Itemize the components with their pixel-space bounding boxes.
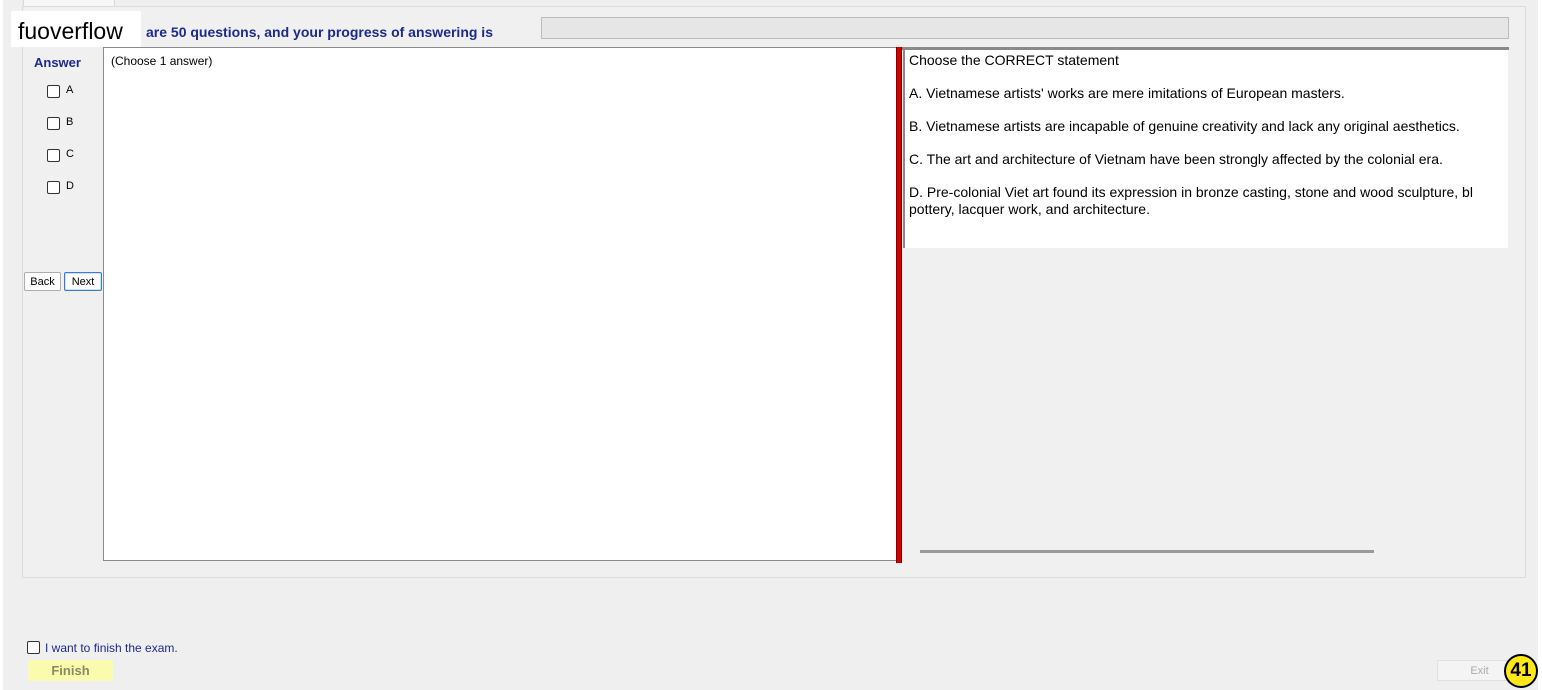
option-b-label: B <box>66 116 74 128</box>
horizontal-scrollbar[interactable] <box>920 550 1374 553</box>
brand-watermark: fuoverflow <box>11 11 141 47</box>
finish-exam-label: I want to finish the exam. <box>45 641 178 655</box>
answer-text-area <box>103 47 896 561</box>
option-c-label: C <box>66 148 74 160</box>
finish-exam-checkbox[interactable] <box>27 641 40 654</box>
back-button[interactable]: Back <box>24 272 61 291</box>
option-a-checkbox[interactable] <box>47 85 60 98</box>
progress-text: are 50 questions, and your progress of a… <box>146 24 493 40</box>
option-a-label: A <box>66 84 74 96</box>
question-option-b: B. Vietnamese artists are incapable of g… <box>909 118 1460 134</box>
question-option-d: D. Pre-colonial Viet art found its expre… <box>909 184 1473 200</box>
option-d-checkbox[interactable] <box>47 181 60 194</box>
option-c-checkbox[interactable] <box>47 149 60 162</box>
progress-bar <box>541 17 1509 39</box>
option-b-checkbox[interactable] <box>47 117 60 130</box>
question-prompt: Choose the CORRECT statement <box>909 52 1119 68</box>
answer-hint: (Choose 1 answer) <box>111 54 213 68</box>
option-d-label: D <box>66 180 74 192</box>
question-option-c: C. The art and architecture of Vietnam h… <box>909 151 1443 167</box>
next-button[interactable]: Next <box>64 272 102 291</box>
question-option-d-continued: pottery, lacquer work, and architecture. <box>909 201 1150 217</box>
question-box: Choose the CORRECT statement A. Vietname… <box>903 50 1508 248</box>
question-number-badge: 41 <box>1504 654 1538 688</box>
finish-button[interactable]: Finish <box>28 660 113 681</box>
answer-title: Answer <box>34 55 81 70</box>
question-option-a: A. Vietnamese artists' works are mere im… <box>909 85 1345 101</box>
